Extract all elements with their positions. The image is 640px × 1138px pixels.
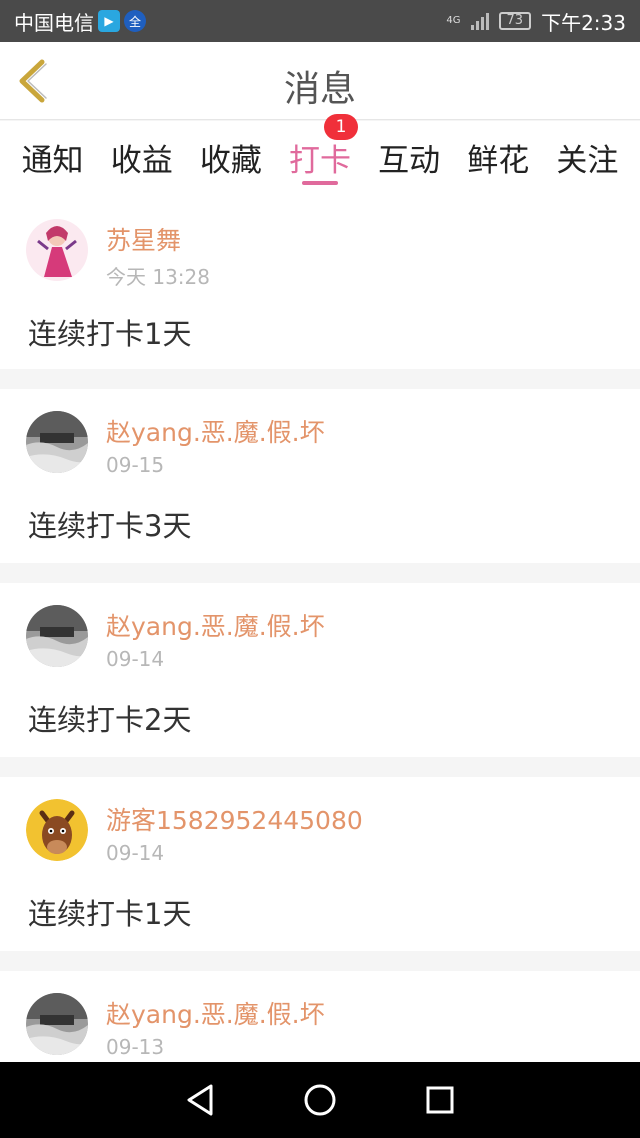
- tab-label: 打卡: [288, 143, 351, 179]
- triangle-back-icon: [187, 1084, 213, 1116]
- avatar[interactable]: [26, 993, 88, 1055]
- header: 消息: [0, 42, 640, 120]
- tab-flowers[interactable]: 鲜花: [456, 121, 540, 197]
- avatar[interactable]: [26, 219, 88, 281]
- avatar[interactable]: [26, 799, 88, 861]
- network-type: 4G: [446, 15, 461, 26]
- tab-label: 收益: [110, 143, 173, 179]
- square-recents-icon: [426, 1086, 454, 1114]
- anime-avatar-icon: [26, 219, 88, 281]
- tab-interaction[interactable]: 互动: [367, 121, 451, 197]
- timestamp: 09-14: [106, 647, 165, 671]
- tab-label: 互动: [378, 143, 441, 179]
- username[interactable]: 赵yang.恶.魔.假.坏: [106, 995, 325, 1031]
- signal-icon: [470, 12, 489, 30]
- tab-bar: 通知 收益 收藏 打卡 1 互动 鲜花 关注: [0, 114, 640, 197]
- message-text: 连续打卡1天: [28, 897, 192, 931]
- tab-favorites[interactable]: 收藏: [189, 121, 273, 197]
- video-app-icon: ▶: [98, 10, 120, 32]
- battery-icon: 73: [498, 12, 532, 30]
- quanmin-app-icon: 全: [124, 10, 146, 32]
- status-bar: 中国电信 ▶ 全 4G 73 下午2:33: [0, 0, 640, 42]
- clock: 下午2:33: [541, 10, 626, 35]
- carrier-group: 中国电信 ▶ 全: [14, 7, 146, 36]
- avatar[interactable]: [26, 411, 88, 473]
- tab-notice[interactable]: 通知: [11, 121, 95, 197]
- username[interactable]: 游客1582952445080: [106, 801, 363, 837]
- username[interactable]: 苏星舞: [106, 221, 181, 257]
- timestamp: 09-13: [106, 1035, 165, 1059]
- list-item[interactable]: 赵yang.恶.魔.假.坏 09-15 连续打卡3天: [0, 389, 640, 563]
- carrier-name: 中国电信: [14, 10, 94, 35]
- list-item[interactable]: 赵yang.恶.魔.假.坏 09-13: [0, 971, 640, 1062]
- system-nav-bar: [0, 1062, 640, 1138]
- tab-earnings[interactable]: 收益: [100, 121, 184, 197]
- message-text: 连续打卡1天: [28, 317, 192, 351]
- nav-back-button[interactable]: [180, 1080, 220, 1120]
- nav-recents-button[interactable]: [420, 1080, 460, 1120]
- list-item[interactable]: 苏星舞 今天 13:28 连续打卡1天: [0, 197, 640, 369]
- landscape-avatar-icon: [26, 993, 88, 1055]
- tab-follow[interactable]: 关注: [545, 121, 629, 197]
- tab-label: 收藏: [199, 143, 262, 179]
- avatar[interactable]: [26, 605, 88, 667]
- landscape-avatar-icon: [26, 411, 88, 473]
- message-text: 连续打卡3天: [28, 509, 192, 543]
- tab-label: 关注: [556, 143, 619, 179]
- nav-home-button[interactable]: [300, 1080, 340, 1120]
- username[interactable]: 赵yang.恶.魔.假.坏: [106, 413, 325, 449]
- unread-badge: 1: [323, 114, 358, 140]
- message-list: 苏星舞 今天 13:28 连续打卡1天 赵yang.恶.魔.假.坏 09-15 …: [0, 197, 640, 1062]
- tab-checkin[interactable]: 打卡 1: [278, 114, 362, 197]
- circle-home-icon: [304, 1084, 336, 1116]
- tab-label: 通知: [21, 143, 84, 179]
- timestamp: 今天 13:28: [106, 265, 210, 289]
- tab-label: 鲜花: [467, 143, 530, 179]
- list-item[interactable]: 游客1582952445080 09-14 连续打卡1天: [0, 777, 640, 951]
- active-tab-indicator: [301, 181, 338, 185]
- list-item[interactable]: 赵yang.恶.魔.假.坏 09-14 连续打卡2天: [0, 583, 640, 757]
- message-text: 连续打卡2天: [28, 703, 192, 737]
- horse-avatar-icon: [26, 799, 88, 861]
- timestamp: 09-15: [106, 453, 165, 477]
- status-right: 4G 73 下午2:33: [446, 7, 626, 36]
- page-title: 消息: [283, 69, 356, 110]
- landscape-avatar-icon: [26, 605, 88, 667]
- username[interactable]: 赵yang.恶.魔.假.坏: [106, 607, 325, 643]
- timestamp: 09-14: [106, 841, 165, 865]
